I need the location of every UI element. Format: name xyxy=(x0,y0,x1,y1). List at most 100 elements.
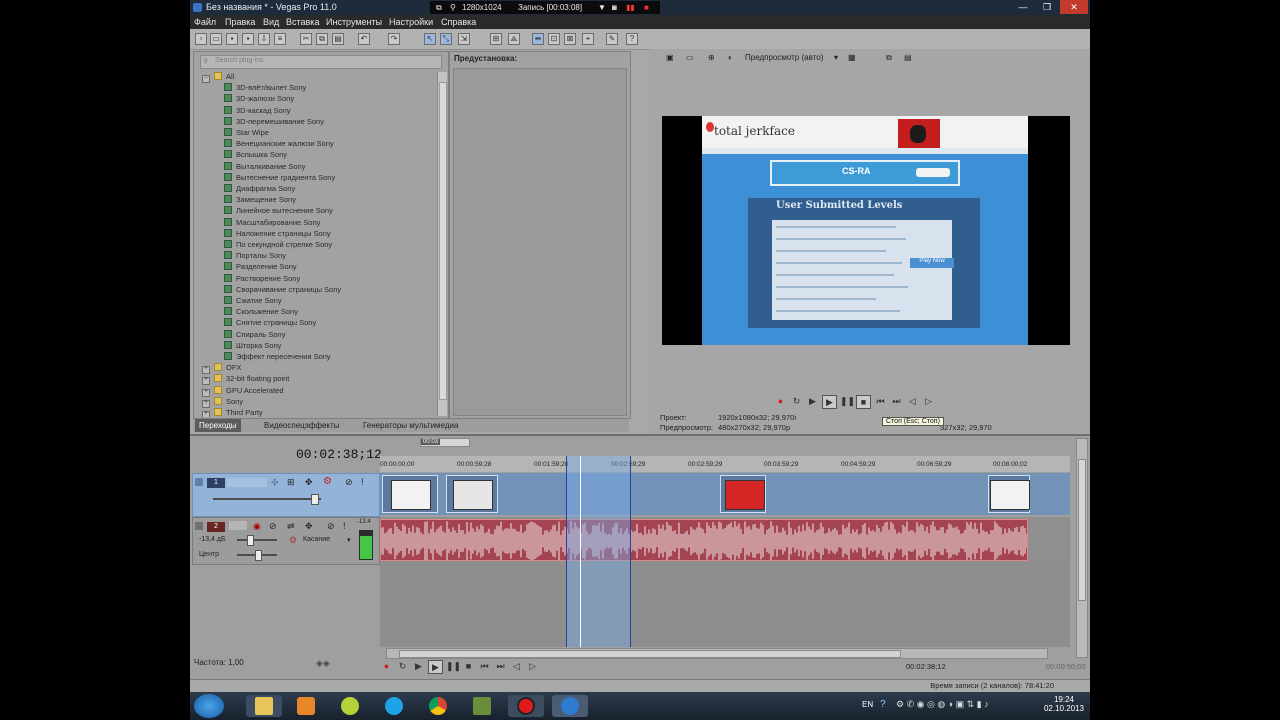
recorder-pause-icon[interactable]: ▮▮ xyxy=(626,3,635,12)
tree-item-transition[interactable]: 3D-влёт/вылет Sony xyxy=(224,83,306,94)
track-fx-gear-icon[interactable]: ⚙ xyxy=(323,476,332,487)
tree-item-transition[interactable]: Star Wipe xyxy=(224,128,269,139)
selection-tool-icon[interactable]: ⇲ xyxy=(458,33,470,45)
timeline-vscroll-thumb[interactable] xyxy=(1078,459,1086,601)
loop-region-bar[interactable]: 00:03 xyxy=(420,438,470,447)
preset-area[interactable] xyxy=(453,68,627,416)
start-button[interactable] xyxy=(194,694,224,718)
save-snapshot-icon[interactable]: ▤ xyxy=(904,53,912,62)
expand-icon[interactable]: + xyxy=(202,399,210,408)
tree-scroll-thumb[interactable] xyxy=(439,82,447,400)
menu-tools[interactable]: Инструменты xyxy=(326,17,382,27)
tree-item-transition[interactable]: По секундной стрелке Sony xyxy=(224,240,332,251)
recorder-stop-icon[interactable]: ■ xyxy=(644,3,649,12)
track-motion-icon[interactable]: ⊹ xyxy=(271,477,279,488)
play-icon[interactable]: ▶ xyxy=(822,395,837,409)
automation-mode-select[interactable]: Касание xyxy=(303,536,330,543)
track-expand-icon[interactable] xyxy=(195,478,203,486)
go-to-end-icon[interactable]: ⏭ xyxy=(494,660,507,672)
compositing-icon[interactable]: ✥ xyxy=(305,477,313,488)
taskbar-media-player[interactable] xyxy=(288,695,324,717)
video-clip[interactable] xyxy=(382,475,438,513)
tree-item-transition[interactable]: Порталы Sony xyxy=(224,251,286,262)
video-clip[interactable] xyxy=(446,475,498,513)
chevron-down-icon[interactable]: ▾ xyxy=(347,536,351,544)
redo-icon[interactable]: ↷ xyxy=(388,33,400,45)
menu-file[interactable]: Файл xyxy=(194,17,216,27)
audio-track-header[interactable]: 2 ◉ ⊘ ⇌ ✥ ⊘ ! -13.4 -13,4 дБ ⚙ Касание ▾… xyxy=(192,517,380,565)
expand-icon[interactable]: + xyxy=(202,411,210,417)
fx-icon[interactable]: ⊕ xyxy=(708,53,715,62)
help-icon[interactable]: ✎ xyxy=(606,33,618,45)
automation-gear-icon[interactable]: ⚙ xyxy=(289,535,297,546)
tree-folder[interactable]: + Sony xyxy=(202,396,243,408)
track-effects-icon[interactable]: ✥ xyxy=(305,521,313,532)
stop-icon[interactable]: ■ xyxy=(462,660,475,672)
prev-frame-icon[interactable]: ◁ xyxy=(906,395,919,407)
system-clock[interactable]: 19:24 02.10.2013 xyxy=(1044,695,1084,713)
invert-phase-icon[interactable]: ⊘ xyxy=(269,521,277,532)
menu-insert[interactable]: Вставка xyxy=(286,17,319,27)
record-icon[interactable]: ● xyxy=(380,660,393,672)
go-to-start-icon[interactable]: ⏮ xyxy=(478,660,491,672)
track-expand-icon[interactable] xyxy=(195,522,203,530)
preview-properties-icon[interactable]: ▣ xyxy=(666,53,674,62)
envelope-tool-icon[interactable]: ⤡ xyxy=(440,33,452,45)
video-clip[interactable] xyxy=(988,475,1030,513)
tree-item-transition[interactable]: 3D-каскад Sony xyxy=(224,105,291,117)
time-selection[interactable] xyxy=(566,456,631,647)
track-fx-icon[interactable]: ⇌ xyxy=(287,521,295,532)
overlays-icon[interactable]: ▦ xyxy=(848,53,856,62)
timeline-vertical-scrollbar[interactable] xyxy=(1076,438,1088,658)
pan-slider-thumb[interactable] xyxy=(255,550,262,561)
next-frame-icon[interactable]: ▷ xyxy=(922,395,935,407)
recorder-dropdown-icon[interactable]: ▼ xyxy=(598,3,606,12)
play-from-start-icon[interactable]: ▶ xyxy=(412,660,425,672)
auto-ripple-icon[interactable]: ⇹ xyxy=(532,33,544,45)
timeline-horizontal-scrollbar[interactable] xyxy=(386,648,1048,659)
rate-slider-icon[interactable]: ◈◈ xyxy=(316,658,330,669)
tree-folder-all[interactable]: − All xyxy=(202,72,234,83)
volume-slider-thumb[interactable] xyxy=(247,535,254,546)
expand-icon[interactable]: + xyxy=(202,388,210,397)
menu-options[interactable]: Настройки xyxy=(389,17,433,27)
tree-item-transition[interactable]: Эффект пересечения Sony xyxy=(224,352,331,363)
snap-icon[interactable]: ⊞ xyxy=(490,33,502,45)
track-name-field[interactable] xyxy=(227,478,267,487)
tree-item-transition[interactable]: Шторка Sony xyxy=(224,340,281,352)
minimize-button[interactable]: — xyxy=(1012,0,1034,14)
tab-media-generators[interactable]: Генераторы мультимедиа xyxy=(363,421,458,430)
tree-item-transition[interactable]: Разделение Sony xyxy=(224,262,297,273)
lock-envelopes-icon[interactable]: ⊡ xyxy=(548,33,560,45)
save-icon[interactable]: ▪ xyxy=(226,33,238,45)
video-track-header[interactable]: 1 ⊹ ⊞ ✥ ⚙ ⊘ ! xyxy=(192,473,380,517)
tab-transitions[interactable]: Переходы xyxy=(195,419,241,432)
help-icon[interactable]: ? xyxy=(880,699,886,710)
volume-slider[interactable] xyxy=(237,539,277,541)
menu-help[interactable]: Справка xyxy=(441,17,476,27)
whats-this-icon[interactable]: ? xyxy=(626,33,638,45)
mute-icon[interactable]: ⊘ xyxy=(327,521,335,532)
taskbar-skype[interactable] xyxy=(376,695,412,717)
go-to-end-icon[interactable]: ⏭ xyxy=(890,395,903,407)
record-icon[interactable]: ● xyxy=(774,395,787,407)
cut-icon[interactable]: ✂ xyxy=(300,33,312,45)
prev-frame-icon[interactable]: ◁ xyxy=(510,660,523,672)
timeline-scroll-thumb[interactable] xyxy=(399,650,901,658)
tree-item-transition[interactable]: Наложение страницы Sony xyxy=(224,228,331,240)
tray-icons[interactable]: ⚙ ✆ ◉ ◎ ◍ ◑ ▣ ⇅ ▮ ♪ xyxy=(896,699,989,710)
play-icon[interactable]: ▶ xyxy=(428,660,443,674)
tree-folder[interactable]: +32-bit floating point xyxy=(202,374,289,386)
save-as-icon[interactable]: ▪ xyxy=(242,33,254,45)
collapse-icon[interactable]: − xyxy=(202,75,210,83)
tree-item-transition[interactable]: Вытеснение градиента Sony xyxy=(224,172,335,184)
tree-item-transition[interactable]: Спираль Sony xyxy=(224,329,285,341)
maximize-button[interactable]: ❐ xyxy=(1036,0,1058,14)
loop-icon[interactable]: ↻ xyxy=(396,660,409,672)
chevron-down-icon[interactable]: ▾ xyxy=(834,53,838,62)
properties-icon[interactable]: ≡ xyxy=(274,33,286,45)
pause-icon[interactable]: ❚❚ xyxy=(446,660,461,672)
tree-item-transition[interactable]: Выталкивание Sony xyxy=(224,161,306,173)
pause-icon[interactable]: ❚❚ xyxy=(840,395,855,407)
video-track-lane[interactable] xyxy=(380,473,1070,515)
